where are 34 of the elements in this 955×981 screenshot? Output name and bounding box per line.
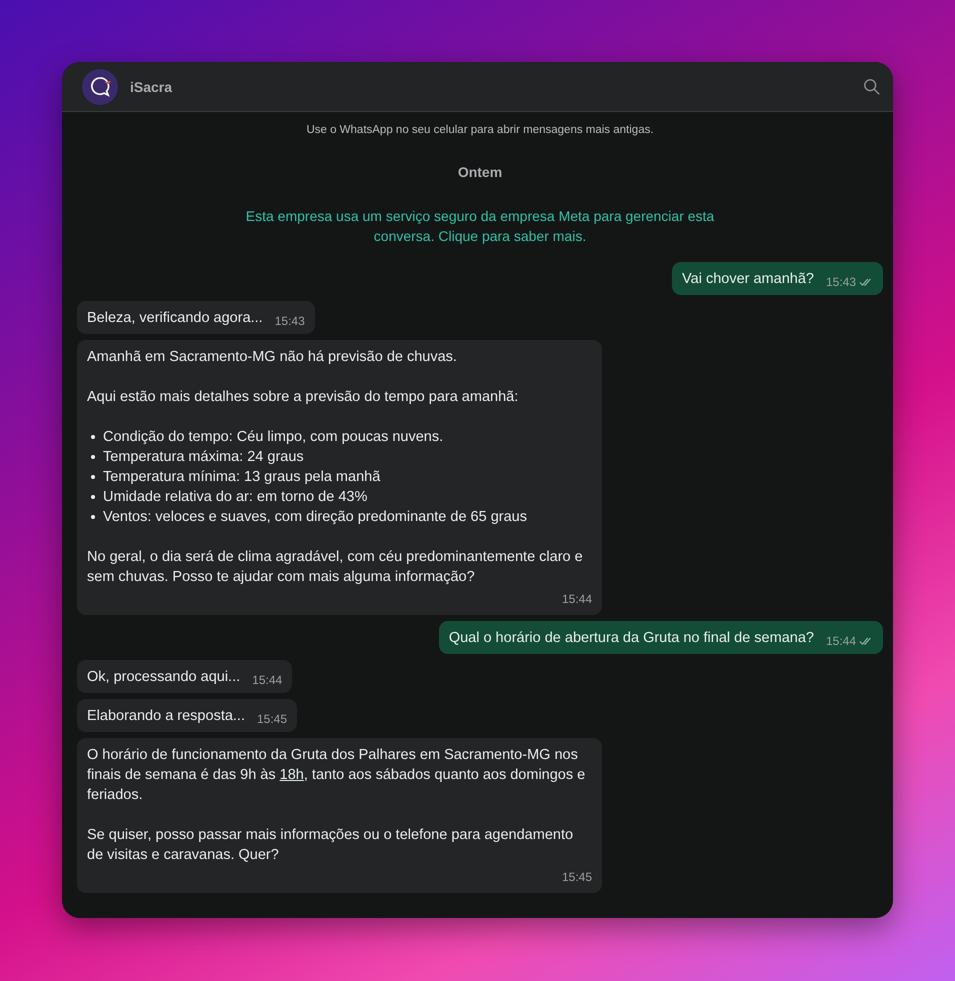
date-label: Ontem	[458, 164, 502, 180]
bullet-icon	[91, 495, 95, 499]
bullet-icon	[91, 455, 95, 459]
list-item: Condição do tempo: Céu limpo, com poucas nuvens.	[103, 428, 444, 447]
contact-name[interactable]: iSacra	[130, 78, 172, 94]
bullet-icon	[91, 435, 95, 439]
list-item: Umidade relativa do ar: em torno de 43%	[103, 488, 368, 507]
message-time: 15:44	[252, 672, 282, 689]
bullet-icon	[91, 475, 95, 479]
search-icon[interactable]	[863, 78, 881, 96]
message-time: 15:45	[257, 711, 288, 728]
message-text: Ok, processando aqui...	[87, 668, 240, 687]
notice-text: Use o WhatsApp no seu celular para abrir mensagens mais antigas.	[305, 124, 655, 136]
bullet-icon	[91, 515, 95, 519]
message-text: Beleza, verificando agora...	[87, 309, 263, 328]
encryption-notice[interactable]: Esta empresa usa um serviço seguro da empresa Meta para gerenciar esta conversa. Clique para saber mais.	[225, 206, 735, 246]
link[interactable]: 18h	[280, 767, 304, 783]
message-text: Vai chover amanhã?	[682, 270, 814, 289]
message-time: 15:44	[562, 591, 592, 608]
list-item: Temperatura mínima: 13 graus pela manhã	[103, 468, 380, 487]
message-time: 15:44	[826, 633, 856, 650]
avatar-icon[interactable]	[82, 68, 118, 104]
message-text: Se quiser, posso passar mais informações ou o telefone para agendamento de visitas e caravanas. Quer?	[87, 826, 574, 865]
message-text: Qual o horário de abertura da Gruta no final de semana?	[448, 629, 814, 648]
message-text: Amanhã em Sacramento-MG não há previsão de chuvas.	[87, 348, 458, 367]
list-item: Ventos: veloces e suaves, com direção predominante de 65 graus	[103, 508, 527, 527]
message-time: 15:45	[562, 869, 592, 886]
message-text: No geral, o dia será de clima agradável, com céu predominantemente claro e sem chuvas. Posso te ajudar com mais alguma informação?	[87, 548, 584, 587]
message-text: Elaborando a resposta...	[87, 707, 245, 726]
message-time: 15:43	[826, 274, 856, 291]
message-text: O horário de funcionamento da Gruta dos Palhares em Sacramento-MG nos finais de semana é das 9h às 18h, tanto aos sábados quanto aos domingos e feriados.	[87, 746, 586, 805]
list-item: Temperatura máxima: 24 graus	[103, 448, 304, 467]
message-time: 15:43	[274, 313, 305, 330]
message-text: Aqui estão mais detalhes sobre a previsão do tempo para amanhã:	[87, 388, 520, 407]
